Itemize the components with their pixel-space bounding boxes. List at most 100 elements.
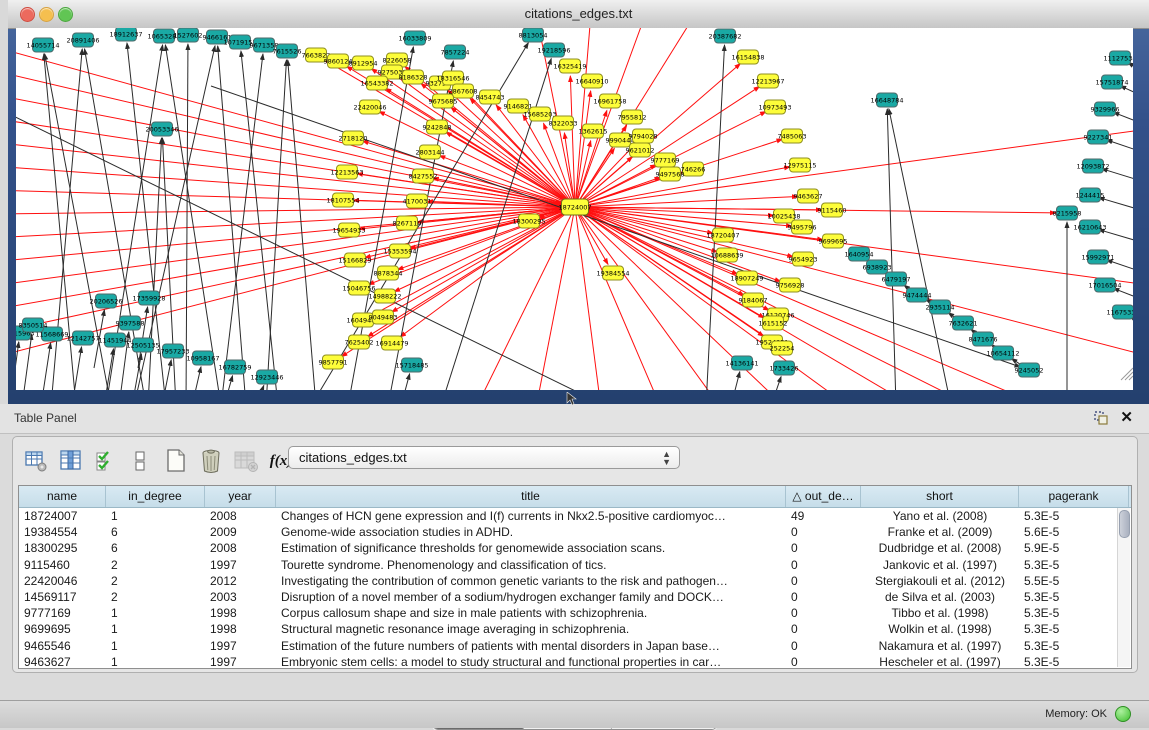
column-header-4[interactable]: △ out_de… [786, 486, 861, 507]
graph-node-label: 1244415 [1076, 191, 1105, 199]
node-table[interactable]: namein_degreeyeartitle△ out_de…shortpage… [18, 485, 1132, 669]
table-cell: Tibbo et al. (1998) [861, 605, 1019, 621]
graph-node-label: 8813054 [519, 31, 548, 39]
graph-node-label: 8912954 [349, 59, 378, 67]
table-row[interactable]: 911546021997Tourette syndrome. Phenomeno… [19, 557, 1131, 573]
column-header-5[interactable]: short [861, 486, 1019, 507]
delete-icon[interactable] [198, 448, 224, 474]
column-header-1[interactable]: in_degree [106, 486, 205, 507]
table-cell: 5.9E-5 [1019, 540, 1129, 556]
graph-node-label: 9242848 [423, 123, 452, 131]
graph-node-label: 10973493 [758, 103, 791, 111]
graph-node-label: 1527602 [174, 31, 203, 39]
graph-node-label: 18907249 [730, 274, 763, 282]
table-row[interactable]: 1938455462009Genome-wide association stu… [19, 524, 1131, 540]
table-settings-icon[interactable] [23, 448, 49, 474]
graph-node-label: 17016504 [1088, 281, 1121, 289]
table-row[interactable]: 946362711997Embryonic stem cells: a mode… [19, 654, 1131, 669]
table-cell: 0 [786, 605, 861, 621]
dropdown-stepper-icon: ▲▼ [662, 450, 671, 466]
table-row[interactable]: 2242004622012Investigating the contribut… [19, 573, 1131, 589]
float-panel-icon[interactable] [1094, 411, 1109, 426]
show-columns-icon[interactable] [58, 448, 84, 474]
table-cell: 5.6E-5 [1019, 524, 1129, 540]
table-header-row: namein_degreeyeartitle△ out_de…shortpage… [19, 486, 1131, 508]
table-row[interactable]: 1456911722003Disruption of a novel membe… [19, 589, 1131, 605]
table-cell: 9699695 [19, 621, 106, 637]
graph-node-label: 8226058 [383, 56, 412, 64]
graph-node-label: 2718120 [339, 134, 368, 142]
table-cell: 1 [106, 654, 205, 669]
graph-node-label: 7615526 [273, 47, 302, 55]
graph-node-label: 15685203 [523, 110, 556, 118]
graph-node-label: 252254 [770, 344, 795, 352]
table-cell: Hescheler et al. (1997) [861, 654, 1019, 669]
table-row[interactable]: 1830029562008Estimation of significance … [19, 540, 1131, 556]
graph-node-label: 2803144 [416, 148, 445, 156]
table-cell: 5.5E-5 [1019, 573, 1129, 589]
table-row[interactable]: 946554611997Estimation of the future num… [19, 638, 1131, 654]
table-cell: 2 [106, 589, 205, 605]
column-header-2[interactable]: year [205, 486, 276, 507]
table-cell: Estimation of the future numbers of pati… [276, 638, 786, 654]
table-cell: 49 [786, 508, 861, 524]
canvas-resize-grip[interactable] [1121, 368, 1133, 380]
table-cell: 1998 [205, 621, 276, 637]
vertical-scrollbar[interactable] [1117, 508, 1130, 667]
graph-node-label: 9146821 [504, 102, 533, 110]
graph-node-label: 15718485 [395, 361, 428, 369]
graph-node-label: 10688639 [710, 251, 743, 259]
table-rows: 1872400712008Changes of HCN gene express… [19, 508, 1131, 669]
table-cell: 9777169 [19, 605, 106, 621]
graph-node-label: 9495796 [788, 223, 817, 231]
table-cell: 6 [106, 540, 205, 556]
table-cell: 5.3E-5 [1019, 589, 1129, 605]
table-row[interactable]: 977716911998Corpus callosum shape and si… [19, 605, 1131, 621]
table-selector-value: citations_edges.txt [299, 450, 407, 465]
table-row[interactable]: 969969511998Structural magnetic resonanc… [19, 621, 1131, 637]
graph-node-label: 6938923 [863, 263, 892, 271]
network-canvas[interactable]: 1405571420891406189126371065328715276029… [16, 28, 1133, 390]
graph-node-label: 9397588 [116, 319, 145, 327]
table-cell: Estimation of significance thresholds fo… [276, 540, 786, 556]
graph-node-label: 9675685 [429, 97, 458, 105]
graph-node-label: 9115460 [818, 206, 847, 214]
table-cell: 2008 [205, 508, 276, 524]
graph-node-label: 2867608 [449, 87, 478, 95]
graph-node-label: 9756928 [776, 281, 805, 289]
graph-node-label: 19384554 [596, 269, 629, 277]
graph-node-label: 10654112 [986, 349, 1019, 357]
table-cell: 0 [786, 638, 861, 654]
graph-node-label: 20206526 [89, 297, 122, 305]
graph-node-label: 18316546 [436, 74, 469, 82]
table-cell: Disruption of a novel member of a sodium… [276, 589, 786, 605]
new-file-icon[interactable] [163, 448, 189, 474]
column-header-6[interactable]: pagerank [1019, 486, 1129, 507]
close-panel-icon[interactable]: ✕ [1120, 408, 1133, 426]
network-view-window: citations_edges.txt 14055714208914061891… [8, 0, 1149, 404]
table-cell: 5.3E-5 [1019, 638, 1129, 654]
graph-node-label: 1362615 [579, 127, 608, 135]
table-cell: Yano et al. (2008) [861, 508, 1019, 524]
graph-node-label: 11451944 [98, 336, 131, 344]
table-cell: 1 [106, 508, 205, 524]
window-titlebar[interactable]: citations_edges.txt [8, 0, 1149, 29]
column-header-0[interactable]: name [19, 486, 106, 507]
citation-network-graph[interactable]: 1405571420891406189126371065328715276029… [16, 28, 1133, 390]
table-cell: Tourette syndrome. Phenomenology and cla… [276, 557, 786, 573]
column-header-3[interactable]: title [276, 486, 786, 507]
graph-node-label: 16914479 [375, 339, 408, 347]
graph-node-label: 16210643 [1073, 223, 1106, 231]
table-selector-dropdown[interactable]: citations_edges.txt ▲▼ [288, 446, 680, 469]
graph-node-label: 9463627 [794, 192, 823, 200]
unselect-all-icon[interactable] [128, 448, 154, 474]
table-row[interactable]: 1872400712008Changes of HCN gene express… [19, 508, 1131, 524]
graph-node-label: 12093872 [1076, 162, 1109, 170]
memory-status-label: Memory: OK [1045, 708, 1107, 720]
graph-node-label: 15166829 [338, 256, 371, 264]
scrollbar-thumb[interactable] [1119, 510, 1130, 538]
graph-node-label: 8186328 [399, 73, 428, 81]
status-bar: Memory: OK [0, 700, 1149, 728]
select-all-icon[interactable] [93, 448, 119, 474]
graph-node-label: 16543382 [360, 79, 393, 87]
